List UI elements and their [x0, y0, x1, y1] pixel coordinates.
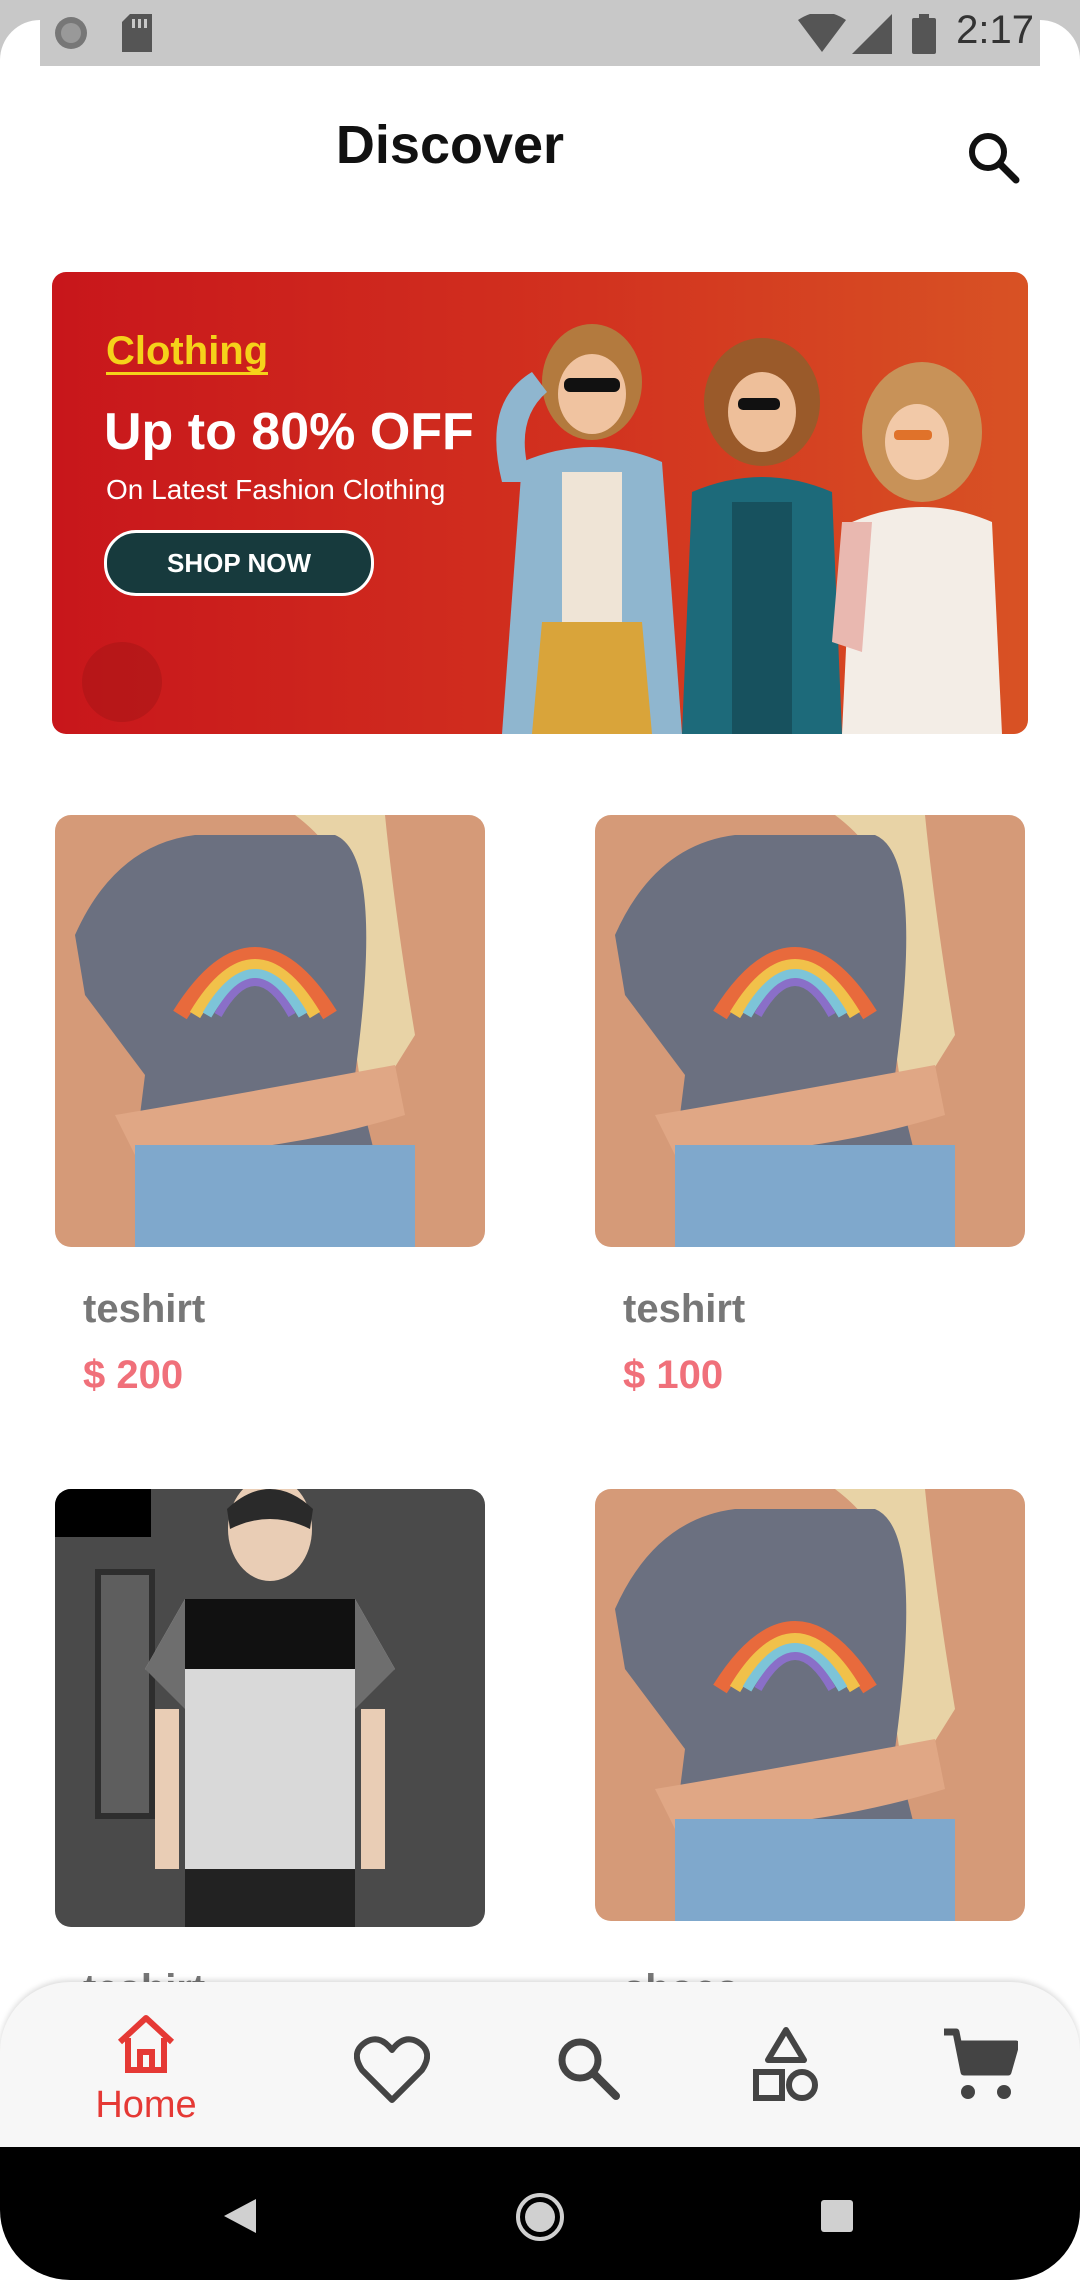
shop-now-button[interactable]: SHOP NOW	[104, 530, 374, 596]
status-bar: 2:17	[0, 0, 1080, 66]
signal-icon	[852, 14, 892, 54]
wifi-icon	[798, 14, 846, 52]
banner-category: Clothing	[106, 329, 269, 375]
product-name: teshirt	[623, 1287, 746, 1331]
home-button-icon[interactable]	[514, 2191, 566, 2243]
product-card[interactable]: teshirt	[55, 1489, 485, 2011]
product-name: teshirt	[83, 1287, 206, 1331]
nav-favorites[interactable]	[332, 2012, 452, 2122]
product-price: $ 200	[83, 1353, 184, 1397]
cart-icon	[944, 2028, 1018, 2099]
recents-icon[interactable]	[820, 2199, 854, 2233]
product-image	[595, 815, 1025, 1247]
product-card[interactable]: teshirt $ 100	[595, 815, 1025, 1397]
search-icon	[558, 2038, 620, 2100]
sync-icon	[55, 17, 87, 49]
nav-home-label: Home	[95, 2084, 197, 2126]
battery-icon	[912, 14, 936, 54]
banner-models-image	[496, 324, 1002, 734]
categories-icon	[753, 2027, 818, 2101]
promo-banner[interactable]: Clothing Up to 80% OFF On Latest Fashion…	[52, 272, 1028, 734]
product-price: $ 100	[623, 1353, 724, 1397]
nav-home[interactable]: Home	[73, 2012, 219, 2126]
product-card[interactable]: shoes	[595, 1489, 1025, 2011]
sd-card-icon	[122, 14, 152, 52]
product-card[interactable]: teshirt $ 200	[55, 815, 485, 1397]
heart-icon	[354, 2036, 430, 2103]
bottom-nav: Home	[0, 1982, 1080, 2147]
page-title: Discover	[335, 115, 565, 175]
app-header: Discover	[0, 66, 1080, 236]
home-icon	[117, 2015, 175, 2073]
nav-search[interactable]	[528, 2012, 648, 2122]
system-nav-bar	[0, 2147, 1080, 2280]
product-image	[55, 1489, 485, 1927]
nav-cart[interactable]	[922, 2012, 1042, 2122]
nav-categories[interactable]	[726, 2012, 846, 2122]
decorative-circle	[82, 642, 162, 722]
banner-subtitle: On Latest Fashion Clothing	[106, 474, 446, 505]
clock: 2:17	[956, 8, 1034, 52]
product-image	[595, 1489, 1025, 1921]
search-icon	[969, 133, 1020, 184]
search-button[interactable]	[958, 122, 1030, 194]
product-image	[55, 815, 485, 1247]
back-icon[interactable]	[222, 2197, 258, 2235]
banner-offer: Up to 80% OFF	[104, 403, 474, 461]
